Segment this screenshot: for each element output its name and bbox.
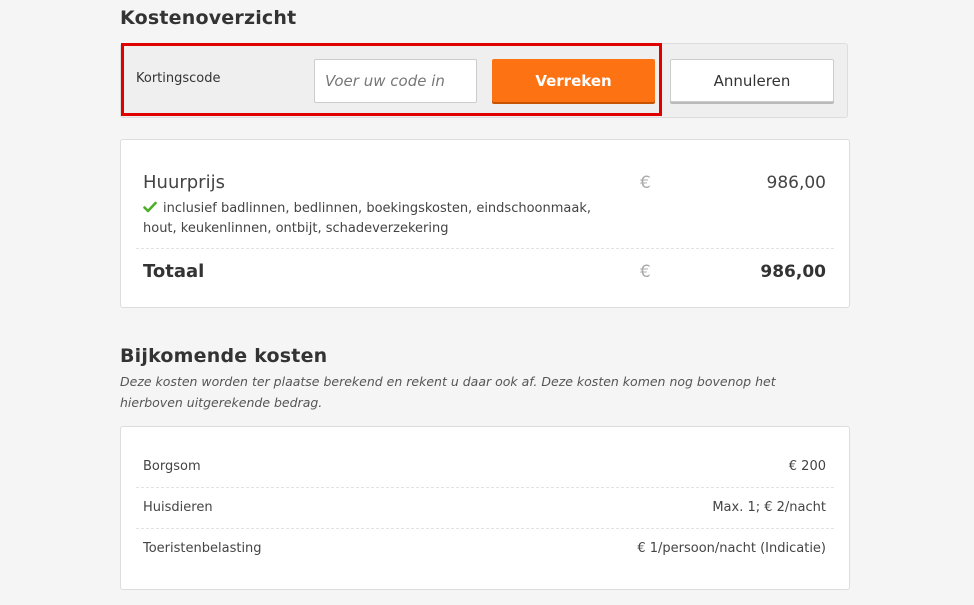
- divider: [136, 248, 834, 249]
- discount-code-input[interactable]: [314, 59, 477, 103]
- section-title: Kostenoverzicht: [120, 7, 297, 29]
- row-divider: [136, 528, 834, 529]
- cost-row-label: Borgsom: [143, 459, 201, 474]
- discount-label: Kortingscode: [136, 71, 221, 86]
- rent-amount: 986,00: [766, 173, 826, 193]
- rent-currency: €: [640, 173, 651, 193]
- cost-row-label: Huisdieren: [143, 500, 213, 515]
- row-divider: [136, 487, 834, 488]
- additional-costs-title: Bijkomende kosten: [120, 345, 328, 367]
- cost-row-label: Toeristenbelasting: [143, 541, 262, 556]
- included-items-text: inclusief badlinnen, bedlinnen, boekings…: [143, 201, 591, 236]
- cost-row-value: € 200: [788, 459, 826, 474]
- total-amount: 986,00: [760, 262, 826, 282]
- total-currency: €: [640, 262, 651, 282]
- cost-row-value: Max. 1; € 2/nacht: [712, 500, 826, 515]
- total-label: Totaal: [143, 261, 205, 282]
- rent-label: Huurprijs: [143, 172, 225, 193]
- cost-row-value: € 1/persoon/nacht (Indicatie): [637, 541, 826, 556]
- apply-discount-button[interactable]: Verreken: [492, 59, 655, 102]
- additional-costs-note: Deze kosten worden ter plaatse berekend …: [120, 374, 776, 410]
- cancel-button[interactable]: Annuleren: [670, 59, 834, 102]
